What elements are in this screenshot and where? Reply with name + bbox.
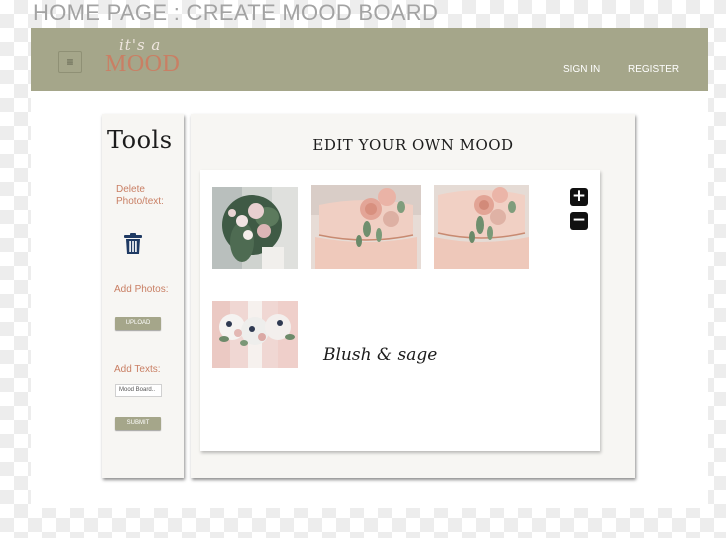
app-frame: ≡ it's a MOOD SIGN IN REGISTER Tools Del… [31,28,708,508]
delete-label: Delete Photo/text: [116,184,164,207]
mood-caption-text[interactable]: Blush & sage [323,345,437,365]
editor-title: EDIT YOUR OWN MOOD [312,136,514,154]
tools-title: Tools [107,126,173,154]
wedding-cake-closeup-photo[interactable] [434,185,529,269]
hamburger-icon: ≡ [66,55,74,69]
add-texts-label: Add Texts: [114,364,161,375]
submit-button[interactable]: SUBMIT [115,417,161,430]
logo[interactable]: it's a MOOD [105,36,195,84]
zoom-out-icon[interactable]: − [570,212,588,230]
trash-icon[interactable] [123,233,143,255]
register-link[interactable]: REGISTER [628,64,679,75]
zoom-in-icon[interactable]: + [570,188,588,206]
tools-panel: Tools Delete Photo/text: Add Photos: UPL… [102,114,184,478]
hamburger-menu-button[interactable]: ≡ [58,51,82,73]
upload-button[interactable]: UPLOAD [115,317,161,330]
logo-main-text: MOOD [105,51,181,77]
bridesmaids-bouquets-photo[interactable] [212,301,298,368]
mood-board-canvas[interactable]: Blush & sage + − [200,170,600,451]
bridal-bouquet-photo[interactable] [212,187,298,269]
navbar: ≡ it's a MOOD SIGN IN REGISTER [31,28,708,91]
add-photos-label: Add Photos: [114,284,169,295]
page-heading: HOME PAGE : CREATE MOOD BOARD [33,0,439,25]
editor-panel: EDIT YOUR OWN MOOD Blush & sage + − [191,114,635,478]
signin-link[interactable]: SIGN IN [563,64,600,75]
text-input-field[interactable]: Mood Board.. [115,384,162,397]
wedding-cake-photo[interactable] [311,185,421,269]
